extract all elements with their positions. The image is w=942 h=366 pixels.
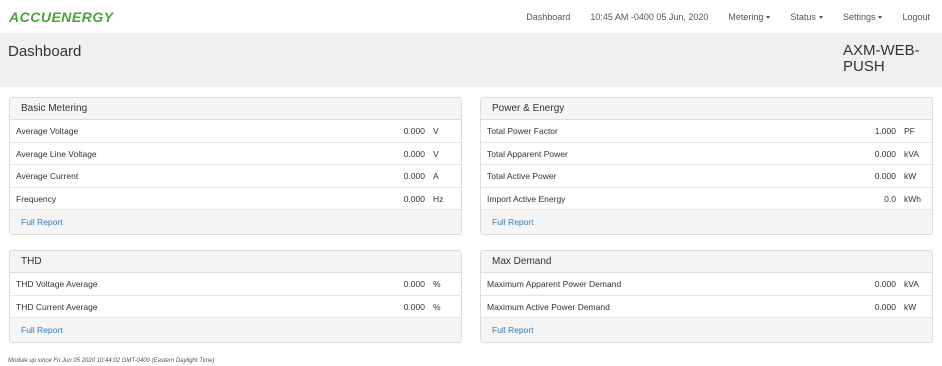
nav-metering-dropdown[interactable]: Metering	[718, 12, 780, 22]
row-label: Average Current	[16, 171, 79, 181]
power-energy-panel: Power & Energy Total Power Factor 1.000 PF…	[480, 97, 933, 235]
basic-metering-full-report-link[interactable]: Full Report	[10, 210, 461, 234]
nav-logout-link[interactable]: Logout	[892, 12, 942, 22]
table-row: Total Active Power 0.000 kW	[481, 165, 932, 188]
row-unit: %	[433, 301, 441, 312]
table-row: Average Line Voltage 0.000 V	[10, 143, 461, 165]
row-label: Average Line Voltage	[16, 148, 97, 159]
caret-down-icon	[818, 15, 823, 19]
table-row: Maximum Apparent Power Demand 0.000 kVA	[481, 273, 932, 296]
row-value: 0.000	[403, 148, 425, 159]
max-demand-full-report-link[interactable]: Full Report	[481, 318, 932, 342]
basic-metering-panel: Basic Metering Average Voltage 0.000 V Ave…	[9, 97, 462, 235]
row-value: 0.000	[874, 148, 896, 159]
max-demand-heading: Max Demand	[481, 251, 932, 273]
device-name: AXM-WEB- PUSH	[843, 43, 938, 75]
row-value: 0.000	[403, 301, 425, 312]
row-value: 0.0	[884, 193, 896, 204]
row-unit: A	[433, 171, 439, 181]
power-energy-full-report-link[interactable]: Full Report	[481, 210, 932, 234]
nav-metering-label: Metering	[728, 11, 764, 22]
max-demand-panel: Max Demand Maximum Apparent Power Demand…	[480, 250, 933, 343]
row-value: 1.000	[874, 126, 896, 136]
table-row: Average Voltage 0.000 V	[10, 120, 461, 143]
row-unit: kW	[904, 171, 917, 181]
device-name-line1: AXM-WEB-	[843, 42, 920, 59]
row-unit: kWh	[904, 193, 921, 204]
thd-panel: THD THD Voltage Average 0.000% THD Curren…	[9, 250, 462, 343]
row-unit: kW	[904, 301, 917, 312]
row-label: THD Current Average	[16, 301, 98, 312]
basic-metering-heading: Basic Metering	[10, 98, 461, 120]
row-value: 0.000	[403, 279, 425, 289]
row-unit: V	[433, 126, 439, 136]
row-label: Frequency	[16, 193, 57, 204]
table-row: Total Power Factor 1.000 PF	[481, 120, 932, 143]
row-label: Average Voltage	[16, 126, 79, 136]
table-row: Maximum Active Power Demand 0.000 kW	[481, 296, 932, 318]
nav-status-dropdown[interactable]: Status	[780, 12, 833, 22]
row-label: Maximum Apparent Power Demand	[487, 279, 622, 289]
nav-settings-dropdown[interactable]: Settings	[833, 12, 893, 22]
table-row: Average Current 0.000 A	[10, 165, 461, 188]
thd-full-report-link[interactable]: Full Report	[10, 318, 461, 342]
caret-down-icon	[766, 15, 771, 19]
nav-status-label: Status	[790, 11, 816, 22]
table-row: THD Voltage Average 0.000%	[10, 273, 461, 296]
device-name-line2: PUSH	[843, 58, 885, 75]
page-title: Dashboard	[8, 43, 82, 60]
row-value: 0.000	[874, 301, 896, 312]
table-row: THD Current Average 0.000%	[10, 296, 461, 318]
row-unit: kVA	[904, 279, 919, 289]
nav-datetime: 10:45 AM -0400 05 Jun, 2020	[590, 11, 709, 22]
nav-dashboard-link[interactable]: Dashboard	[516, 12, 580, 22]
thd-heading: THD	[10, 251, 461, 273]
row-unit: kVA	[904, 148, 919, 159]
row-label: Import Active Energy	[487, 193, 566, 204]
top-navbar: ACCUENERGY Dashboard 10:45 AM -0400 05 J…	[0, 0, 942, 33]
power-energy-heading: Power & Energy	[481, 98, 932, 120]
table-row: Frequency 0.000 Hz	[10, 188, 461, 210]
module-uptime-note: Module up since Fri Jun 05 2020 10:44:02…	[8, 358, 215, 364]
nav-menu: Dashboard 10:45 AM -0400 05 Jun, 2020 Me…	[516, 0, 942, 33]
accuenergy-logo[interactable]: ACCUENERGY	[9, 9, 114, 25]
row-label: Maximum Active Power Demand	[487, 301, 610, 312]
row-unit: %	[433, 279, 441, 289]
row-unit: PF	[904, 126, 915, 136]
table-row: Import Active Energy 0.0 kWh	[481, 188, 932, 210]
row-unit: Hz	[433, 193, 444, 204]
row-value: 0.000	[403, 171, 425, 181]
nav-settings-label: Settings	[842, 11, 876, 22]
page-header: Dashboard AXM-WEB- PUSH	[0, 33, 942, 87]
row-label: Total Apparent Power	[487, 148, 568, 159]
row-value: 0.000	[874, 279, 896, 289]
row-value: 0.000	[874, 171, 896, 181]
row-label: Total Active Power	[487, 171, 557, 181]
table-row: Total Apparent Power 0.000 kVA	[481, 143, 932, 165]
row-label: THD Voltage Average	[16, 279, 98, 289]
caret-down-icon	[878, 15, 883, 19]
row-label: Total Power Factor	[487, 126, 558, 136]
row-value: 0.000	[403, 193, 425, 204]
row-unit: V	[433, 148, 439, 159]
row-value: 0.000	[403, 126, 425, 136]
